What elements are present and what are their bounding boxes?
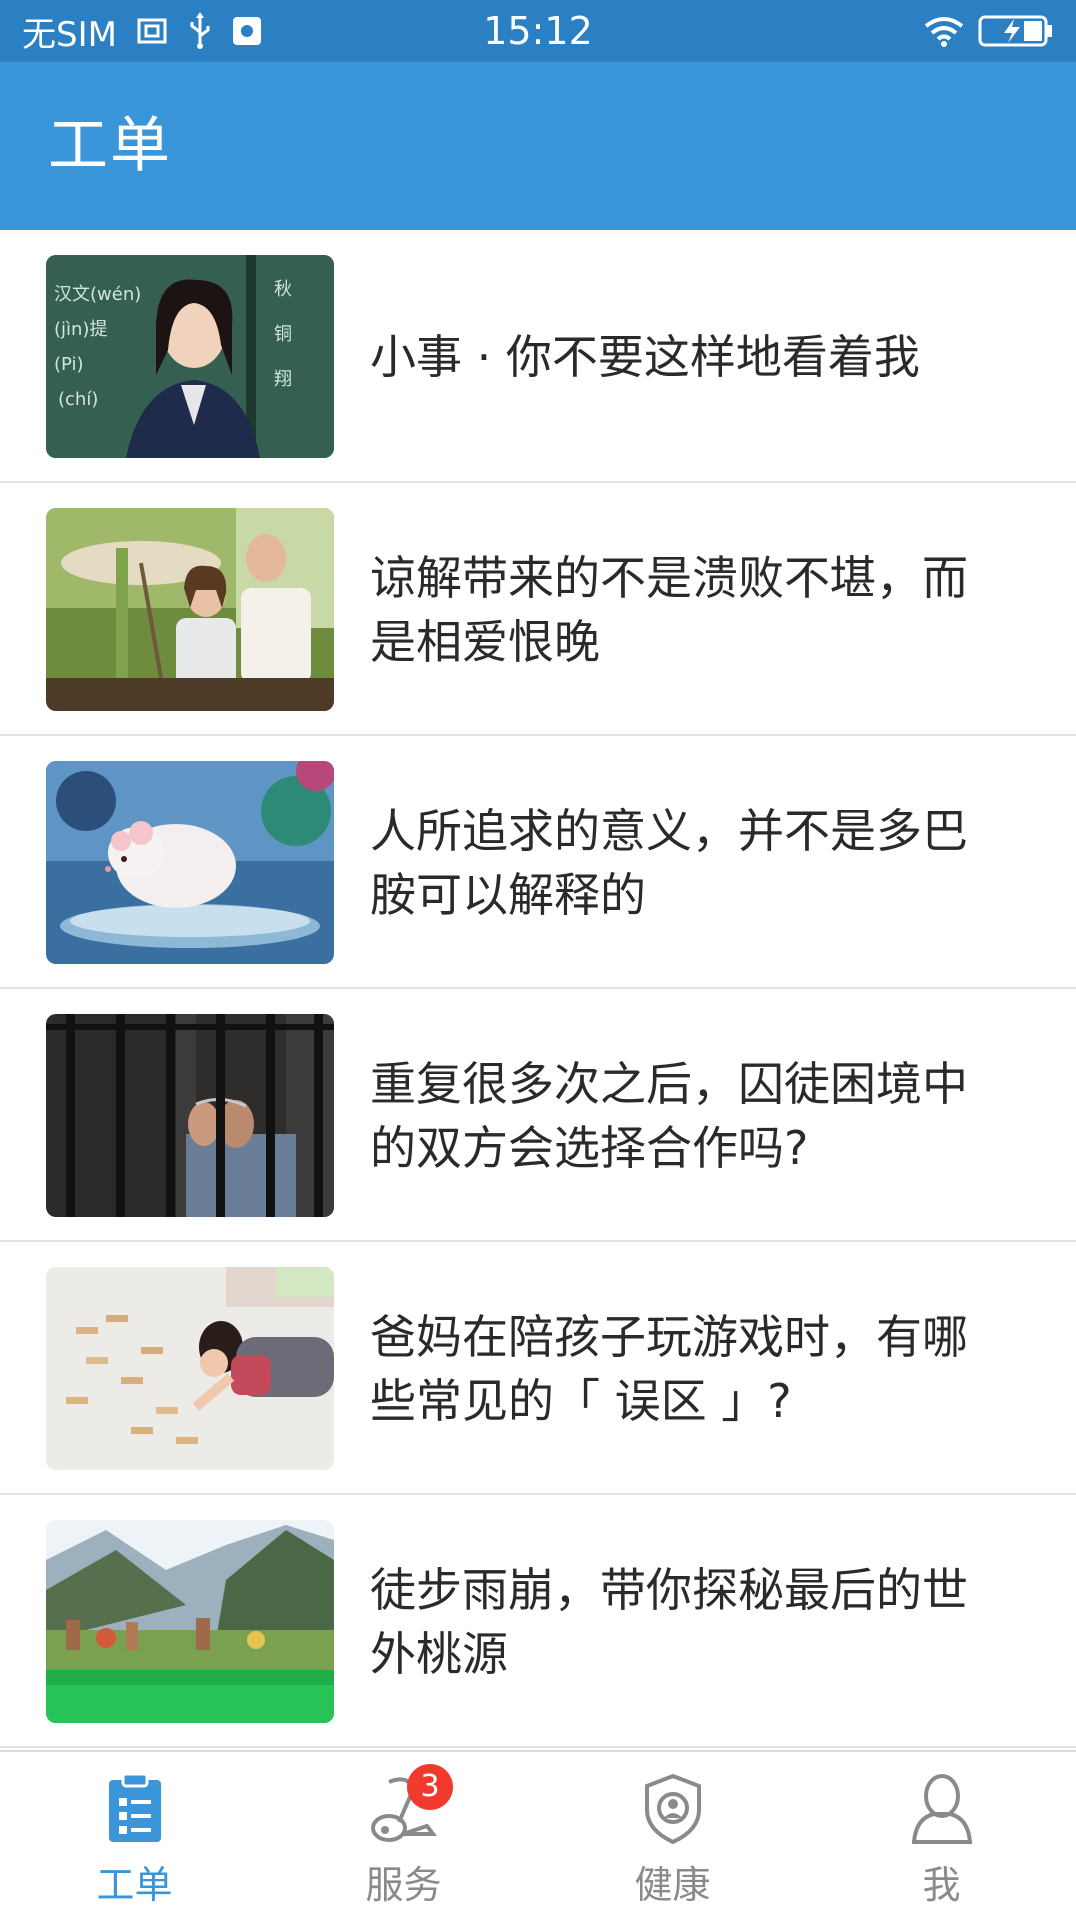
vacuum-icon [269, 1772, 538, 1848]
list-item[interactable]: 爸妈在陪孩子玩游戏时，有哪些常见的「 误区 」? [0, 1242, 1076, 1495]
list-item[interactable]: 重复很多次之后，囚徒困境中的双方会选择合作吗? [0, 989, 1076, 1242]
tab-work-order[interactable]: 工单 [0, 1752, 269, 1907]
svg-text:(jìn)提: (jìn)提 [54, 319, 107, 340]
list-item[interactable]: 谅解带来的不是溃败不堪，而是相爱恨晚 [0, 483, 1076, 736]
article-thumbnail [46, 1014, 334, 1217]
page-title: 工单 [48, 111, 172, 181]
status-bar-right [922, 0, 1054, 62]
article-thumbnail: 汉文(wén) (jìn)提 (Pi) (chí) 秋 铜 翔 [46, 255, 334, 458]
article-list: 汉文(wén) (jìn)提 (Pi) (chí) 秋 铜 翔 小事 · 你不要… [0, 230, 1076, 1748]
list-item[interactable]: 徒步雨崩，带你探秘最后的世外桃源 [0, 1495, 1076, 1748]
article-thumbnail [46, 1520, 334, 1723]
svg-text:(Pi): (Pi) [54, 354, 84, 375]
status-bar: 无SIM 15:12 [0, 0, 1076, 62]
svg-text:(chí): (chí) [58, 389, 98, 410]
article-title: 徒步雨崩，带你探秘最后的世外桃源 [370, 1562, 968, 1681]
status-time: 15:12 [483, 9, 593, 53]
wifi-icon [922, 14, 966, 48]
tab-me[interactable]: 我 [807, 1752, 1076, 1907]
app-bar: 工单 [0, 62, 1076, 230]
article-thumbnail [46, 761, 334, 964]
battery-charging-icon [978, 13, 1054, 49]
tab-service[interactable]: 3 服务 [269, 1752, 538, 1907]
article-title: 谅解带来的不是溃败不堪，而是相爱恨晚 [370, 550, 968, 669]
article-thumbnail [46, 508, 334, 711]
article-title: 重复很多次之后，囚徒困境中的双方会选择合作吗? [370, 1056, 968, 1175]
person-icon [807, 1772, 1076, 1848]
article-title: 爸妈在陪孩子玩游戏时，有哪些常见的「 误区 」? [370, 1309, 968, 1428]
clipboard-icon [0, 1772, 269, 1848]
article-title: 小事 · 你不要这样地看着我 [370, 329, 920, 384]
tab-health[interactable]: 健康 [538, 1752, 807, 1907]
article-thumbnail [46, 1267, 334, 1470]
notification-badge: 3 [407, 1764, 453, 1810]
list-item[interactable]: 人所追求的意义，并不是多巴胺可以解释的 [0, 736, 1076, 989]
svg-text:汉文(wén): 汉文(wén) [54, 284, 141, 305]
list-item[interactable]: 汉文(wén) (jìn)提 (Pi) (chí) 秋 铜 翔 小事 · 你不要… [0, 230, 1076, 483]
svg-text:铜: 铜 [274, 324, 292, 345]
svg-text:翔: 翔 [274, 369, 292, 390]
shield-person-icon [538, 1772, 807, 1848]
svg-text:秋: 秋 [274, 279, 292, 300]
bottom-tab-bar: 工单 3 服务 健康 我 [0, 1750, 1076, 1907]
article-title: 人所追求的意义，并不是多巴胺可以解释的 [370, 803, 968, 922]
